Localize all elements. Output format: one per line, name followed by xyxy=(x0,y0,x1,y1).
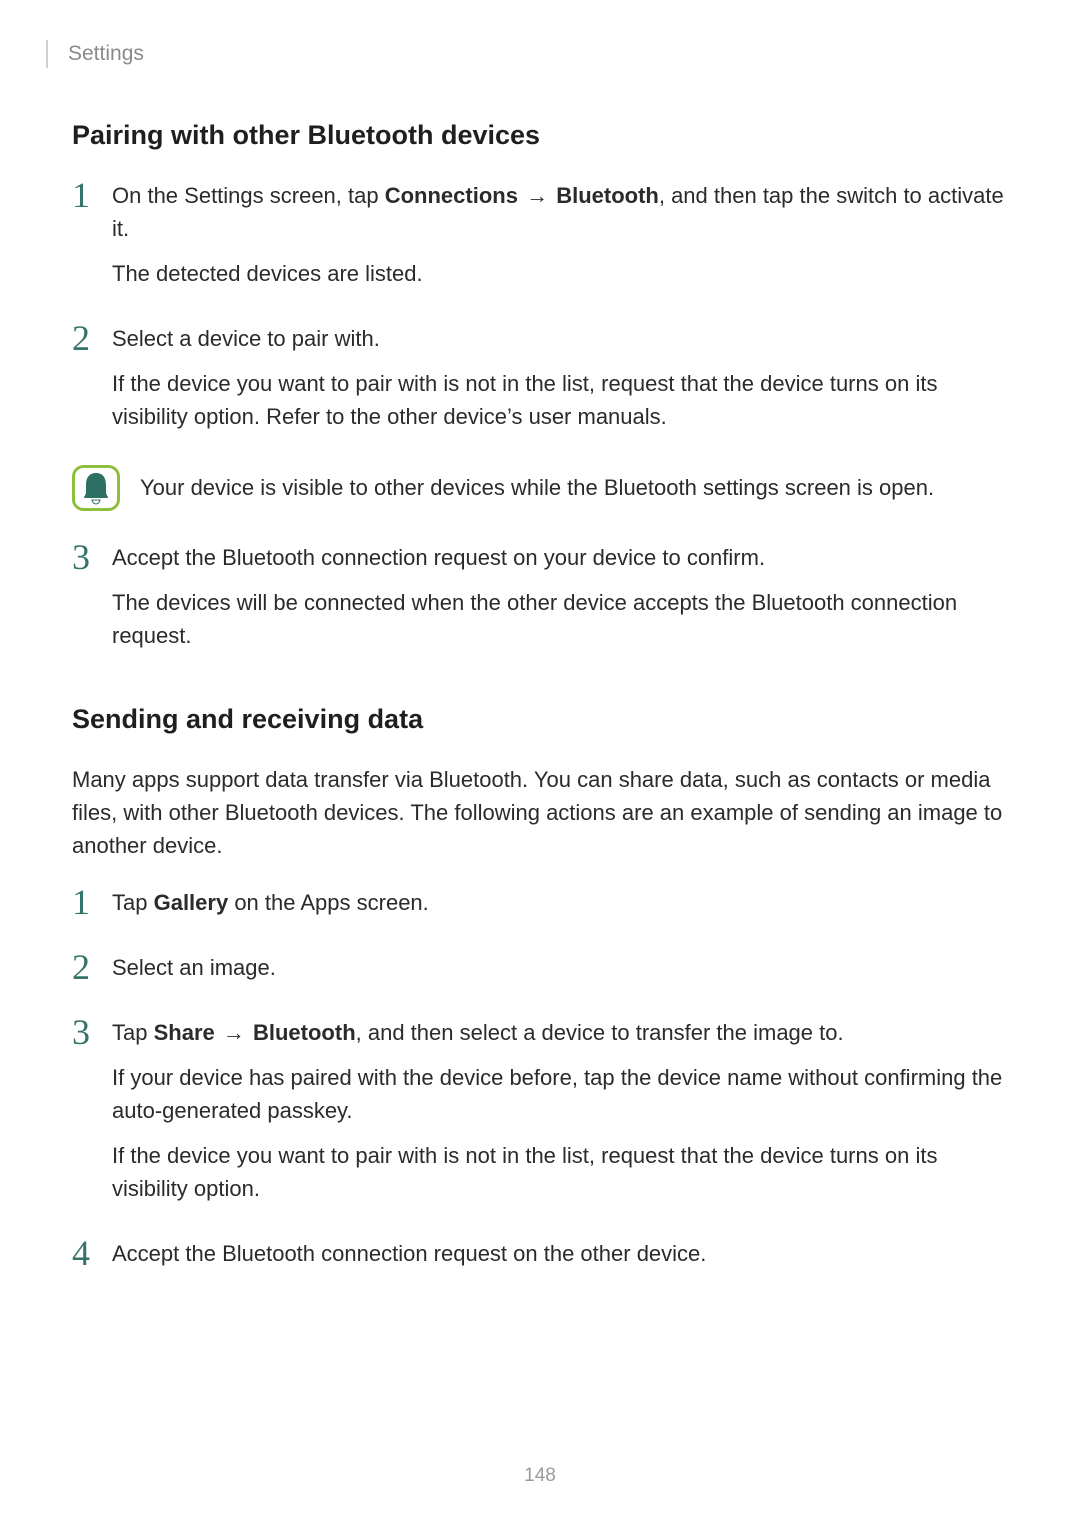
section-header: Settings xyxy=(72,40,1008,68)
page-number: 148 xyxy=(0,1465,1080,1487)
document-page: Settings Pairing with other Bluetooth de… xyxy=(0,0,1080,1282)
step-number: 4 xyxy=(72,1235,112,1271)
bold-run: Gallery xyxy=(154,890,229,915)
bold-run: Share xyxy=(154,1020,215,1045)
step-number: 1 xyxy=(72,177,112,213)
sending-intro: Many apps support data transfer via Blue… xyxy=(72,763,1008,862)
bold-run: Bluetooth xyxy=(556,183,659,208)
step-text: Select an image. xyxy=(112,951,1008,984)
step-body: Select an image. xyxy=(112,951,1008,996)
sending-step-3: 3 Tap Share → Bluetooth, and then select… xyxy=(72,1016,1008,1217)
note-callout: Your device is visible to other devices … xyxy=(72,465,1008,511)
note-text: Your device is visible to other devices … xyxy=(140,473,934,504)
step-body: On the Settings screen, tap Connections … xyxy=(112,179,1008,302)
step-text: Accept the Bluetooth connection request … xyxy=(112,1237,1008,1270)
step-body: Tap Share → Bluetooth, and then select a… xyxy=(112,1016,1008,1217)
text-run: , and then select a device to transfer t… xyxy=(356,1020,844,1045)
section-header-text: Settings xyxy=(68,42,144,66)
step-number: 1 xyxy=(72,884,112,920)
pairing-step-1: 1 On the Settings screen, tap Connection… xyxy=(72,179,1008,302)
step-number: 3 xyxy=(72,539,112,575)
step-text: Accept the Bluetooth connection request … xyxy=(112,541,1008,574)
bold-run: Connections xyxy=(385,183,518,208)
step-subtext: If your device has paired with the devic… xyxy=(112,1061,1008,1127)
step-subtext: The detected devices are listed. xyxy=(112,257,1008,290)
header-rule xyxy=(46,40,48,68)
step-text: Tap Share → Bluetooth, and then select a… xyxy=(112,1016,1008,1049)
bold-run: Bluetooth xyxy=(253,1020,356,1045)
step-number: 2 xyxy=(72,320,112,356)
text-run: On the Settings screen, tap xyxy=(112,183,385,208)
pairing-step-3: 3 Accept the Bluetooth connection reques… xyxy=(72,541,1008,664)
text-run: Tap xyxy=(112,1020,154,1045)
step-body: Accept the Bluetooth connection request … xyxy=(112,541,1008,664)
text-run: on the Apps screen. xyxy=(228,890,429,915)
step-body: Select a device to pair with. If the dev… xyxy=(112,322,1008,445)
step-subtext: If the device you want to pair with is n… xyxy=(112,367,1008,433)
sending-step-2: 2 Select an image. xyxy=(72,951,1008,996)
step-number: 3 xyxy=(72,1014,112,1050)
step-text: On the Settings screen, tap Connections … xyxy=(112,179,1008,245)
text-run: Tap xyxy=(112,890,154,915)
step-body: Accept the Bluetooth connection request … xyxy=(112,1237,1008,1282)
step-body: Tap Gallery on the Apps screen. xyxy=(112,886,1008,931)
sending-step-1: 1 Tap Gallery on the Apps screen. xyxy=(72,886,1008,931)
sending-step-4: 4 Accept the Bluetooth connection reques… xyxy=(72,1237,1008,1282)
sending-heading: Sending and receiving data xyxy=(72,704,1008,735)
step-subtext: The devices will be connected when the o… xyxy=(112,586,1008,652)
step-text: Tap Gallery on the Apps screen. xyxy=(112,886,1008,919)
step-number: 2 xyxy=(72,949,112,985)
pairing-step-2: 2 Select a device to pair with. If the d… xyxy=(72,322,1008,445)
arrow-icon: → xyxy=(518,183,556,208)
step-subtext: If the device you want to pair with is n… xyxy=(112,1139,1008,1205)
pairing-heading: Pairing with other Bluetooth devices xyxy=(72,120,1008,151)
bell-icon xyxy=(72,465,120,511)
arrow-icon: → xyxy=(215,1020,253,1045)
step-text: Select a device to pair with. xyxy=(112,322,1008,355)
